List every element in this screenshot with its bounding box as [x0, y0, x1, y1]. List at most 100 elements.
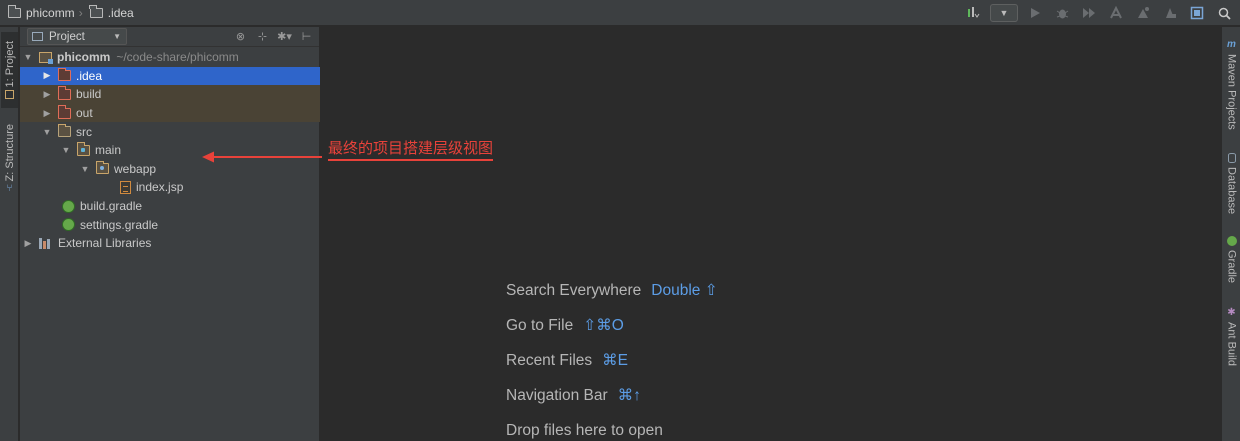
tree-row-label: index.jsp — [136, 180, 184, 195]
run-config-combo[interactable]: ▼ — [990, 4, 1018, 22]
tab-structure-label: Z: Structure — [3, 123, 16, 182]
breadcrumb-item-phicomm[interactable]: phicomm — [26, 6, 75, 20]
expand-arrow-icon[interactable]: ▼ — [80, 164, 90, 174]
right-tool-stripe: m Maven Projects Database Gradle ✱ Ant B… — [1221, 27, 1240, 441]
tree-row-label: out — [76, 106, 93, 121]
jsp-file-icon — [120, 180, 131, 194]
profile-icon[interactable] — [1106, 4, 1126, 22]
tree-row-build[interactable]: ▶ build — [20, 85, 320, 104]
coverage-icon[interactable] — [1079, 4, 1099, 22]
tree-row-src[interactable]: ▼ src — [20, 122, 320, 141]
folder-icon — [7, 4, 21, 18]
search-icon[interactable] — [1214, 4, 1234, 22]
annotation-arrow-icon — [202, 151, 322, 163]
tree-row-path-hint: ~/code-share/phicomm — [116, 50, 239, 65]
run-icon[interactable] — [1025, 4, 1045, 22]
tab-structure[interactable]: Z: Structure ⑂ — [1, 119, 18, 199]
chevron-down-icon: ▼ — [113, 32, 121, 41]
source-folder-icon — [76, 142, 90, 156]
scroll-from-source-icon[interactable]: ⊗ — [232, 28, 249, 45]
tab-gradle-label: Gradle — [1225, 250, 1238, 284]
breadcrumb-item-idea[interactable]: .idea — [108, 6, 134, 20]
tree-row-label: build — [76, 87, 102, 102]
tree-row-settings-gradle[interactable]: settings.gradle — [20, 215, 320, 234]
hint-drop-files: Drop files here to open — [506, 413, 718, 441]
database-icon — [1227, 153, 1236, 163]
project-structure-icon[interactable] — [1187, 4, 1207, 22]
tab-ant-build[interactable]: ✱ Ant Build — [1223, 307, 1240, 366]
sdk-icon[interactable] — [963, 4, 983, 22]
project-panel-header: Project ▼ ⊗ ⊹ ✱▾ ⊢ — [20, 27, 319, 47]
tab-ant-build-label: Ant Build — [1225, 322, 1238, 367]
web-folder-icon — [95, 160, 109, 175]
gradle-icon — [62, 199, 75, 213]
left-tool-stripe: 1: Project Z: Structure ⑂ — [0, 27, 19, 441]
hint-label: Navigation Bar — [506, 386, 608, 404]
folder-icon — [57, 123, 71, 138]
hint-label: Search Everywhere — [506, 281, 642, 299]
expand-arrow-icon[interactable]: ▶ — [42, 89, 52, 100]
folder-icon — [57, 67, 71, 82]
hint-shortcut: ⇧⌘O — [583, 317, 624, 334]
structure-icon: ⑂ — [6, 183, 13, 195]
expand-arrow-icon[interactable]: ▼ — [42, 127, 52, 137]
maven-icon: m — [1227, 39, 1236, 50]
tree-row-label: settings.gradle — [80, 217, 159, 232]
tree-row-label: External Libraries — [58, 236, 152, 251]
gradle-icon — [1226, 236, 1237, 246]
breadcrumb: phicomm › .idea — [7, 4, 134, 20]
ant-icon: ✱ — [1227, 307, 1236, 318]
tree-row-label: build.gradle — [80, 199, 143, 214]
tab-maven-projects[interactable]: m Maven Projects — [1223, 39, 1240, 130]
editor-hints: Search Everywhere Double ⇧ Go to File ⇧⌘… — [506, 273, 718, 441]
hint-recent-files: Recent Files ⌘E — [506, 343, 718, 378]
expand-arrow-icon[interactable]: ▼ — [23, 52, 33, 62]
project-icon — [5, 90, 14, 100]
tab-database[interactable]: Database — [1223, 153, 1240, 214]
chevron-down-icon: ▼ — [999, 8, 1009, 18]
expand-arrow-icon[interactable]: ▶ — [42, 70, 52, 81]
tree-row-label: main — [95, 143, 122, 158]
folder-excluded-icon — [57, 86, 71, 100]
tab-project[interactable]: 1: Project — [1, 32, 18, 108]
project-panel-tools: ⊗ ⊹ ✱▾ ⊢ — [232, 28, 315, 45]
tree-row-label: src — [76, 124, 92, 139]
folder-icon — [89, 4, 103, 18]
tab-gradle[interactable]: Gradle — [1223, 236, 1240, 283]
attach-icon[interactable] — [1133, 4, 1153, 22]
expand-arrow-icon[interactable]: ▶ — [23, 238, 33, 249]
project-view-selector[interactable]: Project ▼ — [27, 28, 127, 45]
hint-shortcut: ⌘↑ — [617, 387, 641, 404]
tree-row-external-libraries[interactable]: ▶ External Libraries — [20, 234, 320, 253]
hide-panel-icon[interactable]: ⊢ — [298, 28, 315, 45]
hint-go-to-file: Go to File ⇧⌘O — [506, 308, 718, 343]
tree-row-build-gradle[interactable]: build.gradle — [20, 197, 320, 216]
tab-project-label: 1: Project — [3, 40, 16, 88]
project-tool-window: Project ▼ ⊗ ⊹ ✱▾ ⊢ ▼ phicomm ~/code-shar… — [20, 27, 320, 441]
tab-database-label: Database — [1225, 167, 1238, 215]
gear-icon[interactable]: ✱▾ — [276, 28, 293, 45]
tree-row-out[interactable]: ▶ out — [20, 103, 320, 123]
tree-row-idea[interactable]: ▶ .idea — [20, 66, 320, 86]
navigation-bar: phicomm › .idea ▼ — [0, 0, 1240, 26]
annotation-label: 最终的项目搭建层级视图 — [328, 137, 494, 161]
hint-shortcut: ⌘E — [602, 352, 628, 369]
folder-excluded-icon — [57, 105, 71, 119]
tree-row-label: .idea — [76, 68, 103, 83]
stop-icon[interactable] — [1160, 4, 1180, 22]
hint-navigation-bar: Navigation Bar ⌘↑ — [506, 378, 718, 413]
collapse-all-icon[interactable]: ⊹ — [254, 28, 271, 45]
tab-maven-label: Maven Projects — [1225, 54, 1238, 130]
tree-row-index-jsp[interactable]: index.jsp — [20, 178, 320, 197]
main-toolbar: ▼ — [963, 0, 1234, 26]
project-view-label: Project — [49, 30, 85, 43]
hint-label: Recent Files — [506, 351, 593, 369]
debug-icon[interactable] — [1052, 4, 1072, 22]
editor-empty-area[interactable]: Search Everywhere Double ⇧ Go to File ⇧⌘… — [321, 27, 1221, 441]
breadcrumb-separator: › — [78, 5, 83, 20]
project-view-icon — [32, 32, 43, 41]
expand-arrow-icon[interactable]: ▼ — [61, 145, 71, 155]
module-folder-icon — [39, 51, 53, 64]
tree-row-phicomm[interactable]: ▼ phicomm ~/code-share/phicomm — [20, 48, 320, 67]
expand-arrow-icon[interactable]: ▶ — [42, 108, 52, 119]
